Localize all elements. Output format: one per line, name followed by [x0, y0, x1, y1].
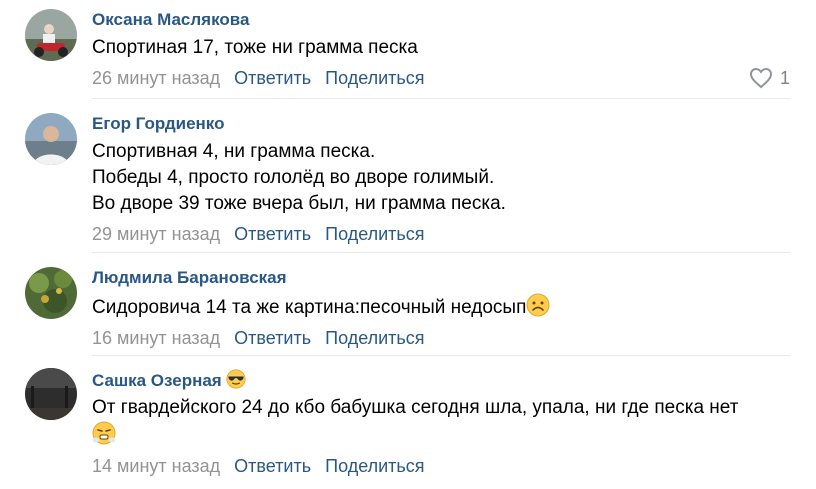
comment-divider: [92, 355, 790, 356]
comment-author[interactable]: Сашка Озерная: [92, 369, 790, 391]
comment-text: Сидоровича 14 та же картина:песочный нед…: [92, 293, 790, 321]
comment-time[interactable]: 14 минут назад: [92, 456, 220, 476]
share-button[interactable]: Поделиться: [325, 224, 424, 244]
share-button[interactable]: Поделиться: [325, 456, 424, 476]
comment-divider: [92, 98, 790, 99]
heart-icon: [749, 67, 772, 89]
like-button[interactable]: 1: [749, 66, 790, 90]
reply-button[interactable]: Ответить: [234, 224, 311, 244]
avatar-photo: [25, 9, 77, 61]
comment-text-line: Сидоровича 14 та же картина:песочный нед…: [92, 293, 790, 321]
comment-text-line: Спортивная 4, ни грамма песка.: [92, 141, 376, 162]
comment-meta: 16 минут назад Ответить Поделиться: [92, 326, 790, 350]
comment-meta: 29 минут назад Ответить Поделиться: [92, 222, 790, 246]
reply-button[interactable]: Ответить: [234, 456, 311, 476]
comment-divider: [92, 252, 790, 253]
comment-text-line: [92, 421, 790, 449]
comment-text: Спортивная 4, ни грамма песка. Победы 4,…: [92, 139, 790, 217]
comment-text-line: Во дворе 39 тоже вчера был, ни грамма пе…: [92, 193, 506, 214]
comment-author[interactable]: Людмила Барановская: [92, 267, 790, 289]
share-button[interactable]: Поделиться: [325, 328, 424, 348]
comment-text-line: Победы 4, просто гололёд во дворе голимы…: [92, 167, 495, 188]
share-button[interactable]: Поделиться: [325, 68, 424, 88]
reply-button[interactable]: Ответить: [234, 328, 311, 348]
comment-author[interactable]: Оксана Маслякова: [92, 9, 790, 31]
comment-text-content: Сидоровича 14 та же картина:песочный нед…: [92, 297, 527, 318]
comment-text-line: Спортиная 17, тоже ни грамма песка: [92, 37, 418, 58]
face-with-steam-icon: [92, 421, 116, 445]
comment-text: От гвардейского 24 до кбо бабушка сегодн…: [92, 395, 790, 449]
sunglasses-face-icon: [226, 369, 246, 389]
avatar-photo: [25, 267, 77, 319]
avatar-photo: [25, 113, 77, 165]
comment-author-name: Сашка Озерная: [92, 371, 222, 390]
comment-time[interactable]: 16 минут назад: [92, 328, 220, 348]
avatar[interactable]: [25, 113, 77, 165]
avatar[interactable]: [25, 368, 77, 420]
comment-text: Спортиная 17, тоже ни грамма песка: [92, 35, 790, 61]
comment-text-line: От гвардейского 24 до кбо бабушка сегодн…: [92, 397, 739, 418]
comment-meta: 14 минут назад Ответить Поделиться: [92, 454, 790, 478]
comment-time[interactable]: 26 минут назад: [92, 68, 220, 88]
avatar[interactable]: [25, 9, 77, 61]
comment-author[interactable]: Егор Гордиенко: [92, 113, 790, 135]
like-count: 1: [779, 68, 790, 88]
avatar-photo: [25, 368, 77, 420]
comment-time[interactable]: 29 минут назад: [92, 224, 220, 244]
frowning-face-icon: [526, 293, 550, 317]
avatar[interactable]: [25, 267, 77, 319]
comment-meta: 26 минут назад Ответить Поделиться 1: [92, 66, 790, 90]
reply-button[interactable]: Ответить: [234, 68, 311, 88]
